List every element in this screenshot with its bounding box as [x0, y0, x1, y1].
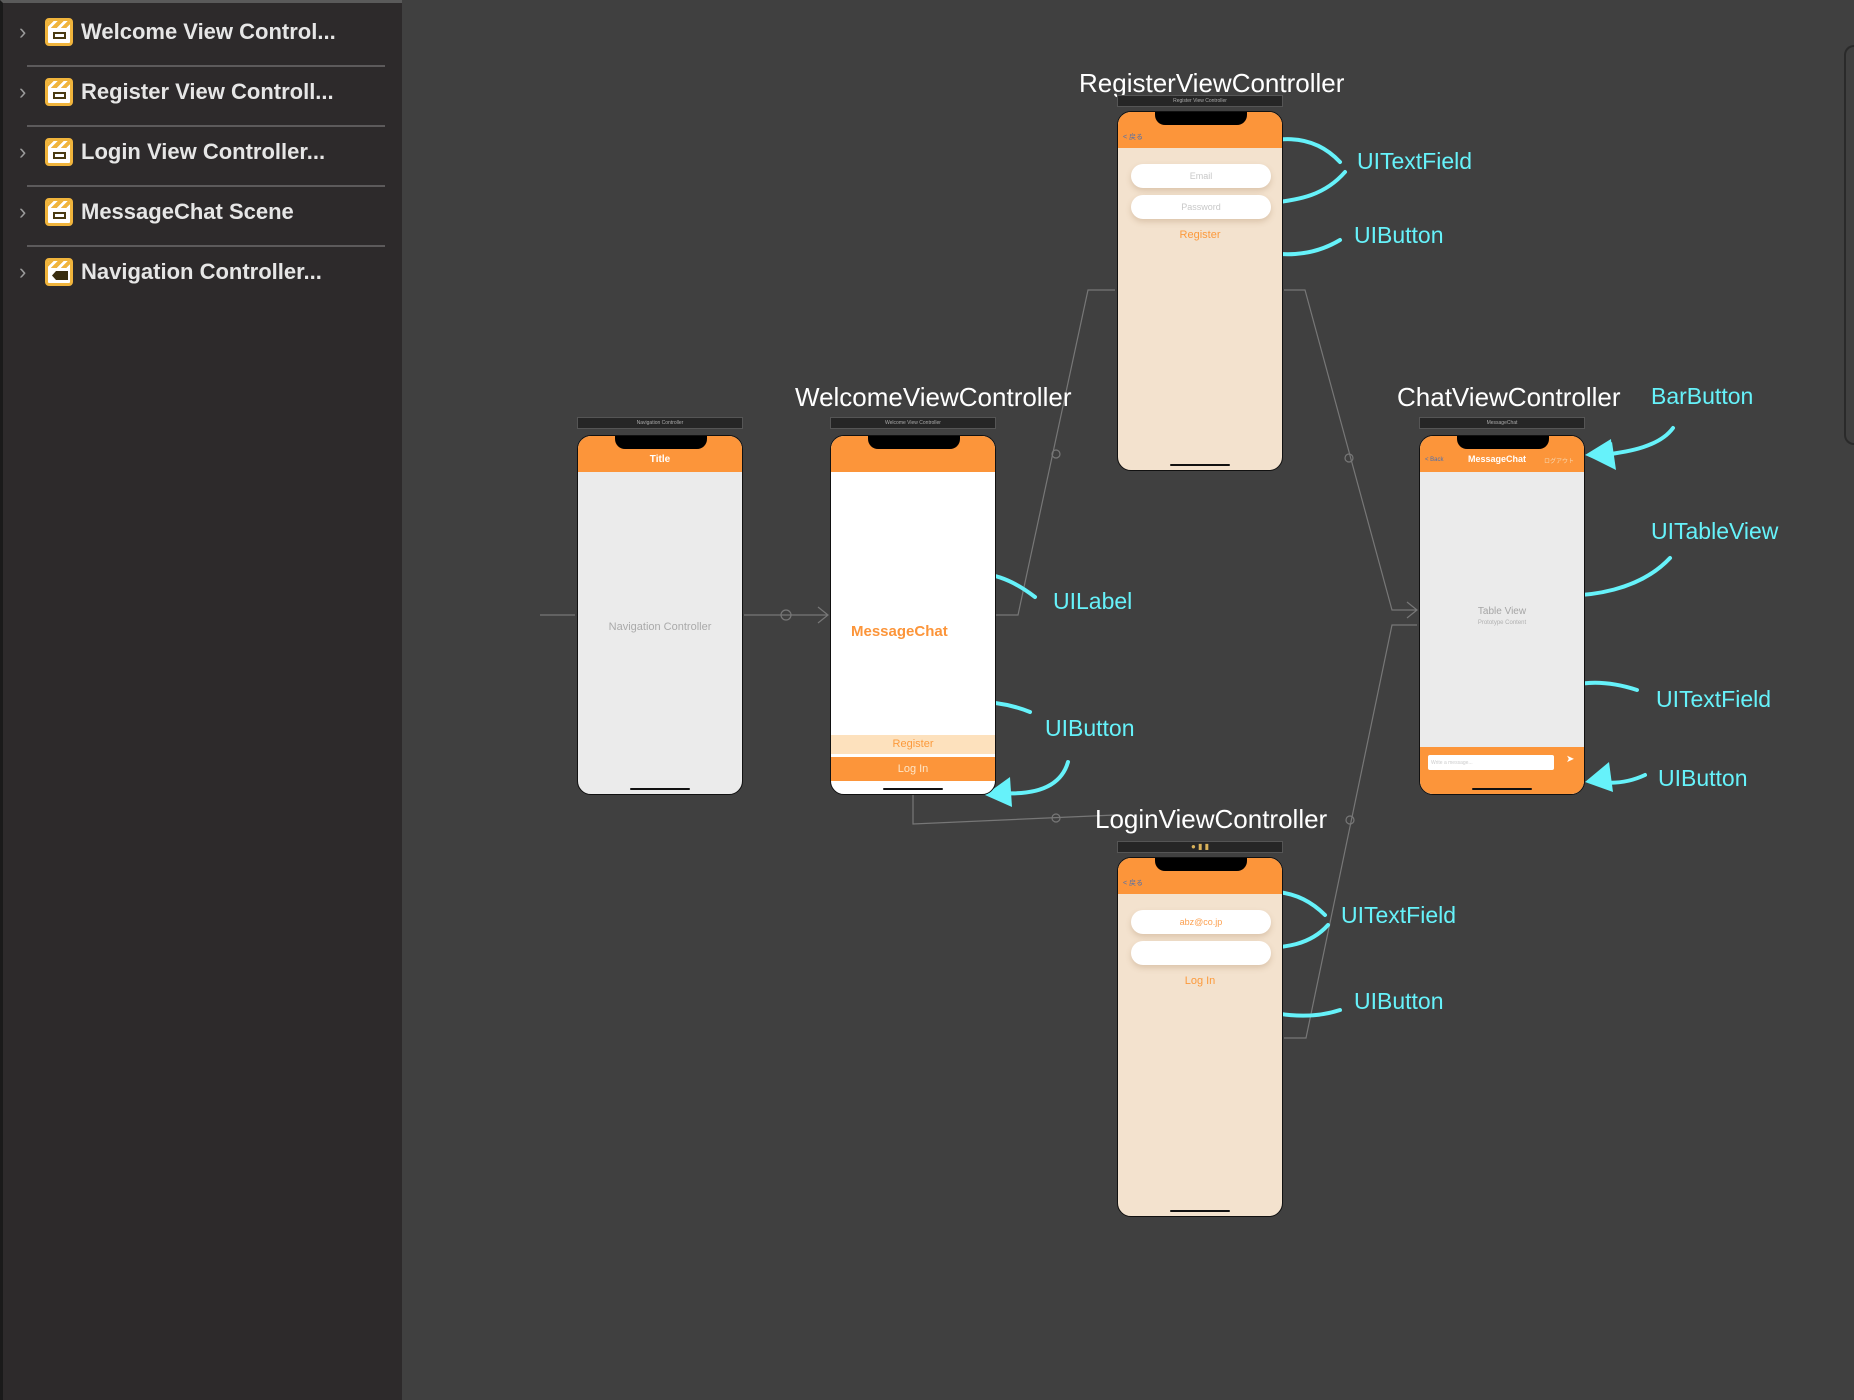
scene-bar-welcome[interactable]: Welcome View Controller — [830, 417, 996, 429]
back-button[interactable]: < 戻る — [1123, 878, 1143, 888]
scene-bar-register[interactable]: Register View Controller — [1117, 95, 1283, 107]
nav-title: MessageChat — [1468, 454, 1527, 464]
logout-bar-button[interactable]: ログアウト — [1544, 456, 1574, 465]
password-field[interactable] — [1131, 941, 1271, 965]
login-button[interactable]: Log In — [831, 757, 995, 781]
register-button[interactable]: Register — [1118, 229, 1282, 241]
back-button[interactable]: < 戻る — [1123, 132, 1143, 142]
scene-chat[interactable]: < Back MessageChat ログアウト Table View Prot… — [1419, 435, 1585, 795]
app-title-label: MessageChat — [851, 623, 948, 640]
segue-welcome-register — [996, 289, 1115, 616]
scene-bar-login[interactable]: ● ▮ ▮ — [1117, 841, 1283, 853]
annotation-uibutton: UIButton — [1045, 715, 1135, 741]
back-button[interactable]: < Back — [1425, 457, 1444, 463]
send-button[interactable]: ➤ — [1566, 754, 1574, 765]
scene-welcome[interactable]: MessageChat Register Log In — [830, 435, 996, 795]
email-field[interactable]: abz@co.jp — [1131, 910, 1271, 934]
annotation-uitextfield: UITextField — [1656, 686, 1772, 712]
placeholder-label: Navigation Controller — [608, 621, 712, 633]
annotation-uitableview: UITableView — [1651, 518, 1779, 544]
message-input[interactable]: Write a message... — [1428, 755, 1554, 770]
annotation-uilabel: UILabel — [1053, 588, 1133, 614]
scene-bar-chat[interactable]: MessageChat — [1419, 417, 1585, 429]
scene-heading-login: LoginViewController — [1095, 804, 1328, 834]
paper-plane-icon: ➤ — [1566, 754, 1575, 765]
scene-heading-welcome: WelcomeViewController — [795, 382, 1072, 412]
scene-bar-navigation[interactable]: Navigation Controller — [577, 417, 743, 429]
scene-login[interactable]: < 戻る abz@co.jp Log In — [1117, 857, 1283, 1217]
register-button[interactable]: Register — [831, 735, 995, 754]
scene-register[interactable]: < 戻る Email Password Register — [1117, 111, 1283, 471]
table-view[interactable] — [1420, 472, 1584, 742]
annotation-uitextfield: UITextField — [1357, 148, 1473, 174]
email-field[interactable]: Email — [1131, 164, 1271, 188]
annotation-uibutton: UIButton — [1354, 988, 1444, 1014]
scene-heading-chat: ChatViewController — [1397, 382, 1621, 412]
annotation-barbutton: BarButton — [1651, 383, 1754, 409]
login-button[interactable]: Log In — [1118, 975, 1282, 987]
password-field[interactable]: Password — [1131, 195, 1271, 219]
annotation-uibutton: UIButton — [1354, 222, 1444, 248]
navigation-bar: Title — [578, 436, 742, 472]
annotation-uibutton: UIButton — [1658, 765, 1748, 791]
scene-navigation-controller[interactable]: Title Navigation Controller — [577, 435, 743, 795]
annotation-uitextfield: UITextField — [1341, 902, 1457, 928]
segue-welcome-login — [912, 795, 1116, 825]
nav-title: Title — [649, 454, 671, 465]
